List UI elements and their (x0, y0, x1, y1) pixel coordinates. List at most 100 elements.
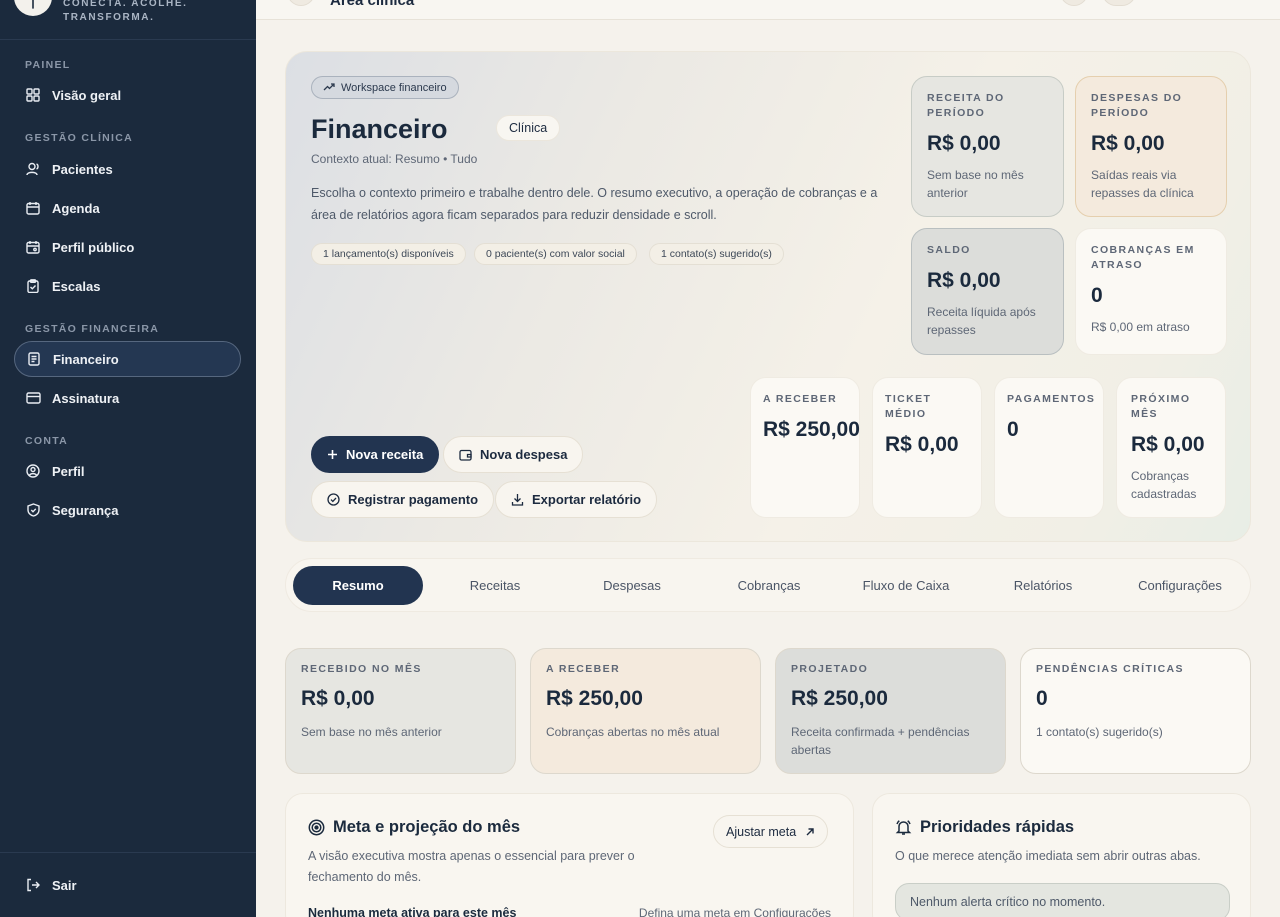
grid-icon (25, 87, 41, 103)
meta-panel-title: Meta e projeção do mês (308, 818, 520, 837)
kpi-subtext: R$ 0,00 em atraso (1091, 320, 1190, 334)
brand-tagline-line-1: CONECTA. ACOLHE. (63, 0, 188, 9)
calendar-icon (25, 200, 41, 216)
calendar-user-icon (25, 239, 41, 255)
nav-section-painel: PAINEL (25, 59, 71, 71)
kpi-a-receber: A RECEBER R$ 250,00 (750, 377, 860, 518)
nav-section-gestao-financeira: GESTÃO FINANCEIRA (25, 323, 160, 335)
target-icon (308, 819, 325, 836)
sidebar-item-visao-geral[interactable]: Visão geral (14, 77, 241, 113)
sidebar-item-escalas[interactable]: Escalas (14, 268, 241, 304)
priorities-panel-title: Prioridades rápidas (895, 818, 1074, 837)
summary-value: R$ 0,00 (301, 687, 375, 710)
sidebar-item-perfil-publico[interactable]: Perfil público (14, 229, 241, 265)
sidebar-item-label: Assinatura (52, 390, 120, 406)
kpi-value: R$ 0,00 (885, 433, 959, 456)
kpi-value: 0 (1091, 284, 1103, 307)
sidebar-item-pacientes[interactable]: Pacientes (14, 151, 241, 187)
tab-despesas[interactable]: Despesas (567, 566, 697, 605)
kpi-proximo-mes: PRÓXIMO MÊS R$ 0,00 Cobranças cadastrada… (1116, 377, 1226, 518)
tab-fluxo-de-caixa[interactable]: Fluxo de Caixa (841, 566, 971, 605)
tab-receitas[interactable]: Receitas (430, 566, 560, 605)
priorities-panel-description: O que merece atenção imediata sem abrir … (895, 849, 1201, 863)
info-pill-contatos: 1 contato(s) sugerido(s) (649, 243, 784, 265)
check-circle-icon (327, 493, 340, 506)
logout-icon (25, 877, 41, 893)
sidebar-footer: Sair (0, 852, 256, 917)
meta-panel: Meta e projeção do mês A visão executiva… (285, 793, 854, 917)
sidebar-item-label: Perfil público (52, 239, 135, 255)
wallet-icon (459, 449, 472, 461)
tab-relatorios[interactable]: Relatórios (978, 566, 1108, 605)
summary-value: R$ 250,00 (546, 687, 643, 710)
sidebar-item-perfil[interactable]: Perfil (14, 453, 241, 489)
kpi-label: PRÓXIMO MÊS (1131, 393, 1191, 420)
menu-toggle-button[interactable] (287, 0, 315, 6)
registrar-pagamento-label: Registrar pagamento (348, 492, 479, 507)
brand-tagline: CONECTA. ACOLHE. TRANSFORMA. (63, 0, 188, 25)
leaf-icon[interactable] (14, 0, 52, 16)
sidebar-item-label: Visão geral (52, 87, 122, 103)
summary-subtext: 1 contato(s) sugerido(s) (1036, 725, 1163, 739)
sidebar-item-assinatura[interactable]: Assinatura (14, 380, 241, 416)
nova-receita-button[interactable]: Nova receita (311, 436, 440, 473)
summary-pendencias-criticas: PENDÊNCIAS CRÍTICAS 0 1 contato(s) suger… (1020, 648, 1251, 774)
kpi-subtext: Sem base no mês anterior (927, 168, 1024, 200)
sidebar-item-label: Escalas (52, 278, 101, 294)
tab-resumo[interactable]: Resumo (293, 566, 423, 605)
sidebar-item-label: Agenda (52, 200, 100, 216)
tab-cobrancas[interactable]: Cobranças (704, 566, 834, 605)
nova-despesa-button[interactable]: Nova despesa (443, 436, 584, 473)
trending-up-icon (323, 82, 335, 94)
sidebar-item-financeiro[interactable]: Financeiro (14, 341, 241, 377)
kpi-ticket-medio: TICKET MÉDIO R$ 0,00 (872, 377, 982, 518)
summary-label: A RECEBER (546, 663, 621, 675)
sidebar-item-seguranca[interactable]: Segurança (14, 492, 241, 528)
current-context: Contexto atual: Resumo • Tudo (311, 152, 478, 166)
meta-panel-description: A visão executiva mostra apenas o essenc… (308, 849, 635, 884)
kpi-despesas-periodo: DESPESAS DO PERÍODO R$ 0,00 Saídas reais… (1075, 76, 1227, 217)
meta-hint: Defina uma meta em Configurações (638, 906, 831, 917)
priorities-panel-title-text: Prioridades rápidas (920, 818, 1075, 836)
priorities-panel: Prioridades rápidas O que merece atenção… (872, 793, 1251, 917)
kpi-value: 0 (1007, 418, 1019, 441)
tab-configuracoes[interactable]: Configurações (1115, 566, 1245, 605)
shield-icon (25, 502, 41, 518)
download-icon (511, 493, 524, 506)
sidebar-item-agenda[interactable]: Agenda (14, 190, 241, 226)
brand: CONECTA. ACOLHE. TRANSFORMA. (0, 0, 256, 40)
info-pill-lancamentos: 1 lançamento(s) disponíveis (311, 243, 466, 265)
exportar-relatorio-label: Exportar relatório (532, 492, 642, 507)
summary-subtext: Receita confirmada + pendências abertas (791, 725, 970, 757)
ajustar-meta-label: Ajustar meta (726, 824, 797, 839)
meta-empty-label: Nenhuma meta ativa para este mês (308, 906, 517, 917)
summary-value: 0 (1036, 687, 1048, 710)
alert-empty-state: Nenhum alerta crítico no momento. (895, 883, 1230, 917)
summary-label: PROJETADO (791, 663, 869, 675)
bell-icon (895, 819, 912, 836)
notifications-button[interactable] (1060, 0, 1088, 6)
kpi-value: R$ 0,00 (927, 132, 1001, 155)
finance-tabs: Resumo Receitas Despesas Cobranças Fluxo… (285, 558, 1251, 612)
summary-a-receber: A RECEBER R$ 250,00 Cobranças abertas no… (530, 648, 761, 774)
exportar-relatorio-button[interactable]: Exportar relatório (495, 481, 658, 518)
user-circle-icon (25, 463, 41, 479)
kpi-cobrancas-atraso: COBRANÇAS EM ATRASO 0 R$ 0,00 em atraso (1075, 228, 1227, 355)
context-badge: Clínica (496, 115, 561, 141)
kpi-value: R$ 0,00 (1131, 433, 1205, 456)
nav-section-gestao-clinica: GESTÃO CLÍNICA (25, 132, 134, 144)
clipboard-icon (25, 278, 41, 294)
kpi-value: R$ 250,00 (763, 418, 860, 441)
sidebar-item-label: Perfil (52, 463, 85, 479)
info-pill-pacientes: 0 paciente(s) com valor social (474, 243, 637, 265)
ajustar-meta-button[interactable]: Ajustar meta (713, 815, 829, 848)
summary-label: RECEBIDO NO MÊS (301, 663, 422, 675)
avatar[interactable] (1102, 0, 1136, 6)
workspace-chip: Workspace financeiro (311, 76, 459, 99)
page-heading: Financeiro (311, 114, 448, 144)
kpi-subtext: Cobranças cadastradas (1131, 469, 1197, 501)
summary-projetado: PROJETADO R$ 250,00 Receita confirmada +… (775, 648, 1006, 774)
summary-subtext: Sem base no mês anterior (301, 725, 442, 739)
logout-button[interactable]: Sair (14, 867, 241, 903)
registrar-pagamento-button[interactable]: Registrar pagamento (311, 481, 495, 518)
